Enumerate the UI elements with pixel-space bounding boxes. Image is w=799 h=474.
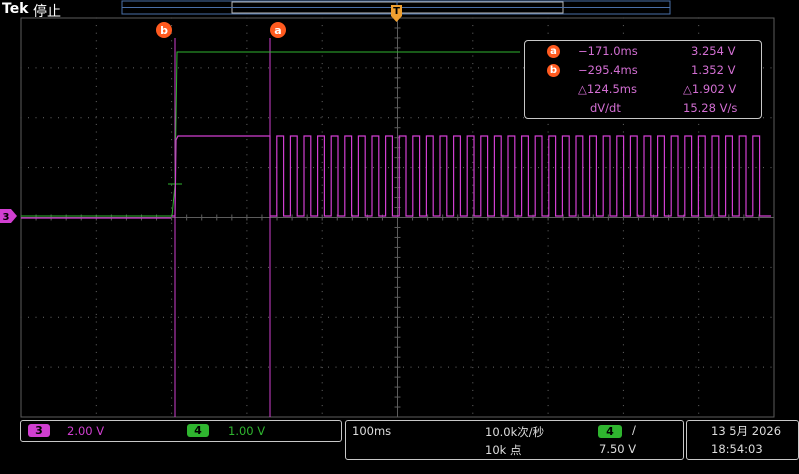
cursor-a-label[interactable]: a: [270, 22, 286, 38]
svg-text:a: a: [274, 24, 281, 37]
dvdt-label: dV/dt: [590, 101, 621, 115]
svg-text:3: 3: [3, 212, 10, 223]
svg-text:b: b: [160, 24, 168, 37]
ch3-scale[interactable]: 2.00 V: [67, 424, 104, 438]
ch4-badge[interactable]: 4: [187, 424, 209, 437]
cursor-a-voltage: 3.254 V: [691, 44, 736, 58]
vertical-settings-panel[interactable]: 3 2.00 V 4 1.00 V: [20, 420, 342, 442]
horizontal-trigger-panel[interactable]: 100ms 10.0k次/秒 10k 点 4 / 7.50 V: [345, 420, 684, 460]
cursor-readout-panel: a −171.0ms 3.254 V b −295.4ms 1.352 V △1…: [524, 40, 762, 119]
trigger-source-badge[interactable]: 4: [598, 425, 622, 438]
svg-text:T: T: [393, 6, 400, 17]
ch3-badge[interactable]: 3: [28, 424, 50, 437]
record-length: 10k 点: [485, 443, 522, 457]
readout-cursor-a-badge: a: [547, 45, 560, 58]
cursor-a-time: −171.0ms: [578, 44, 638, 58]
timebase[interactable]: 100ms: [352, 424, 391, 438]
cursor-b-label[interactable]: b: [156, 22, 172, 38]
sample-rate: 10.0k次/秒: [485, 425, 545, 439]
trigger-position-marker[interactable]: T: [391, 5, 402, 22]
cursor-b-voltage: 1.352 V: [691, 63, 736, 77]
trigger-slope-icon[interactable]: /: [632, 423, 636, 437]
delta-time: △124.5ms: [578, 82, 637, 96]
datetime-panel: 13 5月 2026 18:54:03: [686, 420, 799, 460]
cursor-b-time: −295.4ms: [578, 63, 638, 77]
dvdt-value: 15.28 V/s: [683, 101, 738, 115]
trigger-level[interactable]: 7.50 V: [599, 442, 636, 456]
ch4-scale[interactable]: 1.00 V: [228, 424, 265, 438]
time: 18:54:03: [711, 442, 763, 456]
delta-voltage: △1.902 V: [683, 82, 737, 96]
readout-cursor-b-badge: b: [547, 64, 560, 77]
ch3-waveform: [172, 135, 771, 217]
date: 13 5月 2026: [711, 424, 782, 438]
ch3-ground-marker[interactable]: 3: [0, 209, 17, 223]
